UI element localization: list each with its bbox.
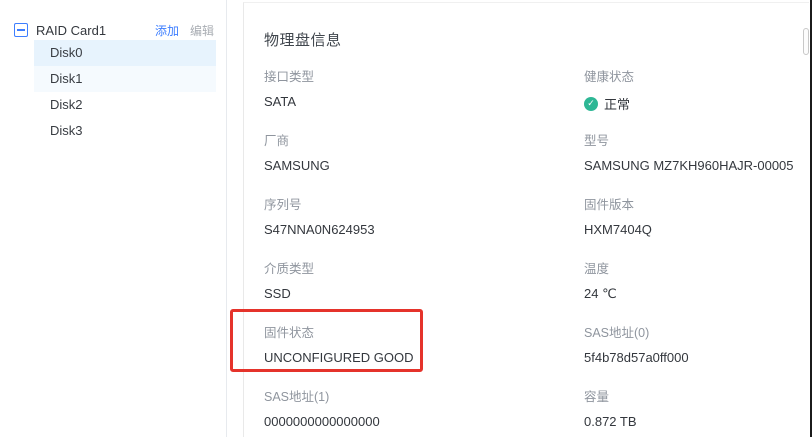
field-label: 温度 bbox=[584, 258, 810, 277]
field-label: 健康状态 bbox=[584, 66, 810, 85]
field-value: 24 ℃ bbox=[584, 286, 810, 302]
field-value: 0.872 TB bbox=[584, 414, 810, 429]
page-title: 物理盘信息 bbox=[264, 29, 342, 50]
field-vendor: 厂商 SAMSUNG bbox=[264, 130, 584, 194]
edit-link[interactable]: 编辑 bbox=[190, 22, 214, 39]
field-firmware-version: 固件版本 HXM7404Q bbox=[584, 194, 810, 258]
scrollbar-thumb[interactable] bbox=[803, 28, 809, 55]
field-serial-number: 序列号 S47NNA0N624953 bbox=[264, 194, 584, 258]
sidebar-item-disk1[interactable]: Disk1 bbox=[34, 66, 216, 92]
field-value: HXM7404Q bbox=[584, 222, 810, 237]
field-firmware-state: 固件状态 UNCONFIGURED GOOD bbox=[264, 322, 584, 386]
field-value: SSD bbox=[264, 286, 584, 301]
field-value: SATA bbox=[264, 94, 584, 109]
collapse-minus-icon[interactable] bbox=[14, 23, 28, 37]
sidebar-item-disk2[interactable]: Disk2 bbox=[34, 92, 216, 118]
field-value: 5f4b78d57a0ff000 bbox=[584, 350, 810, 365]
field-interface-type: 接口类型 SATA bbox=[264, 66, 584, 130]
page: RAID Card1 添加 编辑 Disk0 Disk1 Disk2 Disk3… bbox=[0, 0, 812, 437]
field-label: 厂商 bbox=[264, 130, 584, 149]
field-label: 接口类型 bbox=[264, 66, 584, 85]
add-link[interactable]: 添加 bbox=[155, 22, 179, 39]
physical-disk-panel: 物理盘信息 接口类型 SATA 健康状态 ✓ 正常 厂商 SAMSUNG 型号 … bbox=[243, 2, 809, 437]
field-sas-address-1: SAS地址(1) 0000000000000000 bbox=[264, 386, 584, 437]
field-label: SAS地址(0) bbox=[584, 322, 810, 341]
field-model: 型号 SAMSUNG MZ7KH960HAJR-00005 bbox=[584, 130, 810, 194]
field-label: 固件状态 bbox=[264, 322, 584, 341]
field-media-type: 介质类型 SSD bbox=[264, 258, 584, 322]
sidebar-item-disk3[interactable]: Disk3 bbox=[34, 118, 216, 144]
field-sas-address-0: SAS地址(0) 5f4b78d57a0ff000 bbox=[584, 322, 810, 386]
field-value: UNCONFIGURED GOOD bbox=[264, 350, 584, 365]
tree-root-row: RAID Card1 添加 编辑 bbox=[14, 21, 214, 39]
field-label: 型号 bbox=[584, 130, 810, 149]
field-health-status: 健康状态 ✓ 正常 bbox=[584, 66, 810, 130]
field-value: ✓ 正常 bbox=[584, 94, 810, 113]
field-value: 0000000000000000 bbox=[264, 414, 584, 429]
field-label: SAS地址(1) bbox=[264, 386, 584, 405]
field-grid: 接口类型 SATA 健康状态 ✓ 正常 厂商 SAMSUNG 型号 SAMSUN… bbox=[264, 66, 810, 437]
sidebar: RAID Card1 添加 编辑 Disk0 Disk1 Disk2 Disk3 bbox=[0, 0, 227, 437]
check-circle-icon: ✓ bbox=[584, 97, 598, 111]
field-value: S47NNA0N624953 bbox=[264, 222, 584, 237]
tree-root-label[interactable]: RAID Card1 bbox=[36, 23, 155, 38]
field-value: SAMSUNG bbox=[264, 158, 584, 173]
field-capacity: 容量 0.872 TB bbox=[584, 386, 810, 437]
field-label: 固件版本 bbox=[584, 194, 810, 213]
field-value: SAMSUNG MZ7KH960HAJR-00005 bbox=[584, 158, 810, 173]
health-status-text: 正常 bbox=[604, 94, 630, 113]
disk-list: Disk0 Disk1 Disk2 Disk3 bbox=[34, 40, 216, 144]
field-label: 介质类型 bbox=[264, 258, 584, 277]
sidebar-item-disk0[interactable]: Disk0 bbox=[34, 40, 216, 66]
field-temperature: 温度 24 ℃ bbox=[584, 258, 810, 322]
field-label: 序列号 bbox=[264, 194, 584, 213]
field-label: 容量 bbox=[584, 386, 810, 405]
